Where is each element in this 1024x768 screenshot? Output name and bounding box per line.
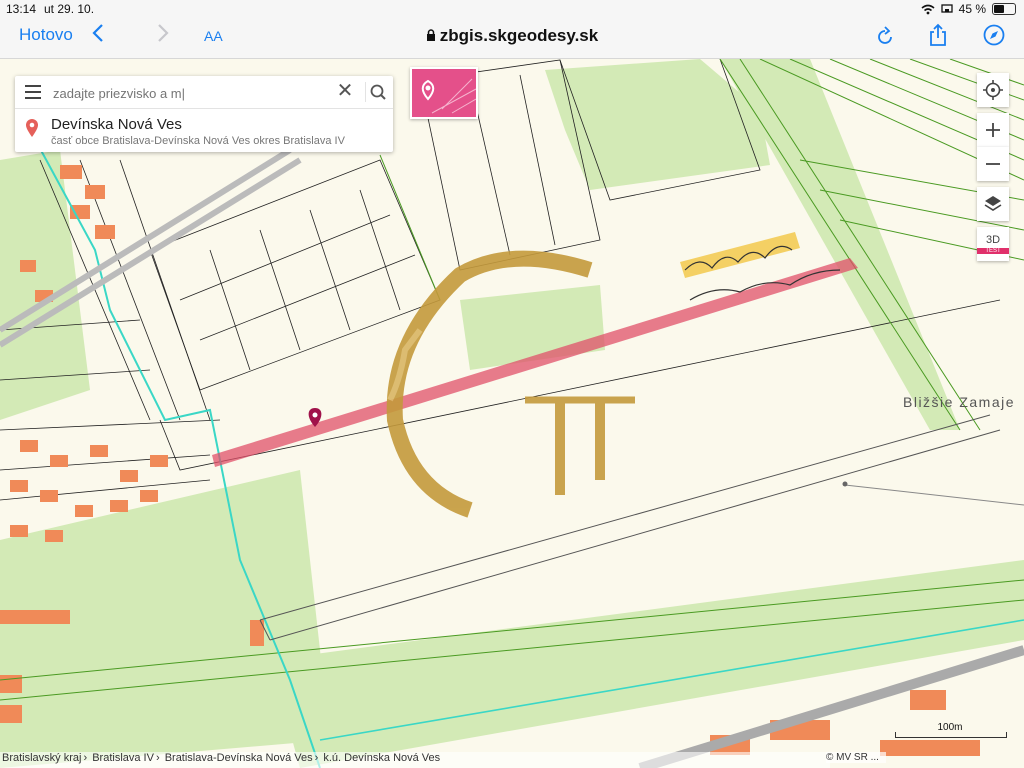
layers-icon — [984, 196, 1002, 211]
reload-icon — [878, 26, 892, 44]
search-row: ✕ — [15, 76, 393, 109]
locate-button[interactable] — [977, 73, 1009, 107]
result-title: Devínska Nová Ves — [51, 116, 182, 133]
breadcrumb-item[interactable]: k.ú. Devínska Nová Ves — [321, 752, 442, 764]
breadcrumb-item[interactable]: Bratislavský kraj — [0, 752, 83, 764]
zoom-out-button[interactable] — [977, 147, 1009, 181]
map-pin-icon — [421, 78, 477, 114]
reload-button[interactable] — [876, 26, 894, 51]
breadcrumb-item[interactable]: Bratislava IV — [90, 752, 156, 764]
3d-label: 3D — [985, 234, 1001, 246]
result-subtitle: časť obce Bratislava-Devínska Nová Ves o… — [51, 135, 345, 147]
search-input[interactable] — [51, 82, 335, 104]
status-bar: 13:14 ut 29. 10. 45 % — [0, 0, 1024, 18]
compass-button[interactable] — [983, 24, 1005, 51]
zoom-out-icon — [986, 163, 1000, 165]
basemap-thumbnail[interactable] — [410, 67, 478, 119]
layers-button[interactable] — [977, 187, 1009, 221]
screen-mirror-icon — [940, 4, 953, 13]
clear-icon[interactable]: ✕ — [335, 81, 355, 101]
survey-point — [842, 481, 848, 487]
map-canvas[interactable] — [0, 59, 1024, 768]
status-time: 13:14 — [6, 2, 37, 16]
status-date: ut 29. 10. — [44, 2, 95, 16]
zoom-in-icon — [986, 123, 1000, 137]
battery-icon — [992, 3, 1016, 15]
pin-icon — [26, 119, 38, 137]
locate-icon — [983, 80, 1003, 100]
zoom-in-button[interactable] — [977, 113, 1009, 147]
lock-icon — [426, 29, 435, 41]
address-bar[interactable]: zbgis.skgeodesy.sk — [0, 26, 1024, 46]
battery-percent: 45 % — [958, 2, 986, 16]
compass-icon — [983, 24, 1005, 46]
search-panel: ✕ Devínska Nová Ves časť obce Bratislava… — [15, 76, 393, 152]
battery-fill — [994, 5, 1004, 13]
scale-bar: 100m — [895, 722, 1007, 738]
wifi-icon — [921, 4, 935, 14]
place-label: Bližšie Zamaje — [903, 394, 1016, 410]
share-button[interactable] — [928, 23, 948, 52]
scale-bar-line — [895, 732, 1007, 738]
share-icon — [930, 23, 946, 46]
search-icon[interactable] — [365, 82, 388, 102]
browser-toolbar: Hotovo AA zbgis.skgeodesy.sk — [0, 18, 1024, 59]
breadcrumb-item[interactable]: Bratislava-Devínska Nová Ves — [163, 752, 315, 764]
3d-button[interactable]: 3D TEST — [977, 227, 1009, 261]
status-right: 45 % — [921, 2, 1016, 16]
map-attribution[interactable]: © MV SR ... — [826, 752, 886, 763]
breadcrumb: Bratislavský kraj › Bratislava IV › Bratis… — [0, 752, 830, 768]
search-result-item[interactable]: Devínska Nová Ves časť obce Bratislava-D… — [15, 109, 393, 152]
menu-icon[interactable] — [25, 85, 41, 99]
test-badge: TEST — [977, 248, 1009, 254]
url-text: zbgis.skgeodesy.sk — [439, 26, 599, 45]
